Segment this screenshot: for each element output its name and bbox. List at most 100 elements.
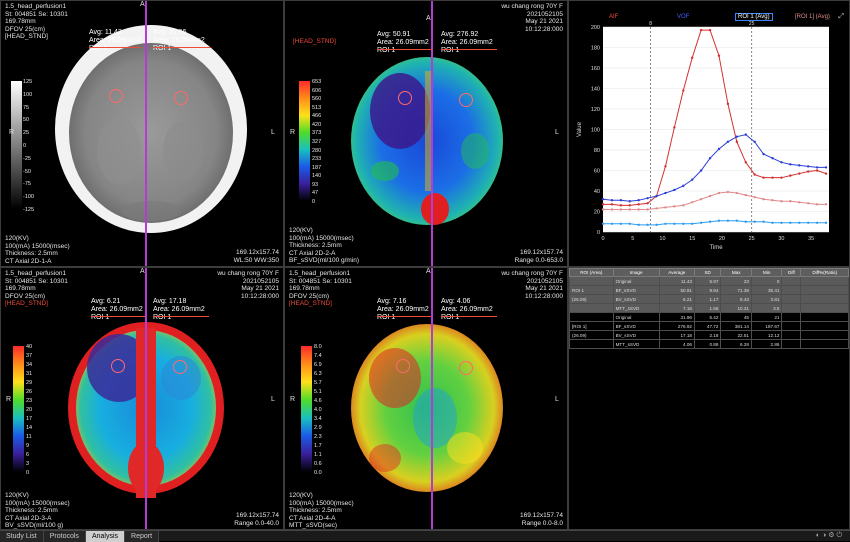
data-point [753, 195, 756, 199]
data-point [646, 223, 649, 227]
scale-label: 373 [312, 130, 322, 137]
orientation-r: R [290, 396, 296, 403]
time-density-chart-panel[interactable]: AIF VOF ROI 1 (Avg) [ROI 1] (Avg) ⤢ 0 20 4… [568, 0, 850, 267]
scale-label: 0.0 [314, 470, 322, 476]
curve-chart[interactable]: 0 20 40 60 80 100 120 140 160 180 200 0 5 10 15 20 25 30 3… [569, 1, 850, 267]
scale-label: 466 [312, 113, 322, 120]
scale-label: 17 [26, 416, 33, 422]
table-cell: 23 [720, 276, 752, 286]
viewport-bf-map[interactable]: [HEAD_STND] wu chang rong 70Y F 202105210… [284, 0, 568, 267]
table-row[interactable]: Original 11.43 5.97 23 0 [569, 276, 849, 286]
roi-underline [91, 316, 145, 317]
reference-line[interactable] [431, 1, 433, 266]
table-cell: 5.97 [693, 276, 722, 286]
data-point [744, 133, 747, 136]
table-column-header[interactable]: ROI (Area) [569, 268, 614, 277]
viewport-bv-map[interactable]: 1.5_head_perfusion1 St: 004851 Se: 10301 1… [0, 267, 284, 530]
x-tick-label: 25 [749, 236, 755, 242]
table-row[interactable]: ROI 1 BF_sSVD 50.91 9.94 71.39 35.41 [569, 285, 849, 295]
table-row[interactable]: (26.09) BV_sSVD 6.21 1.17 8.43 3.81 [569, 294, 849, 304]
table-row[interactable]: Original 31.96 5.42 45 21 [569, 312, 849, 322]
table-column-header[interactable]: Diff [781, 268, 802, 277]
data-point [824, 221, 828, 224]
table-cell: 6.28 [720, 339, 752, 349]
data-point [789, 221, 792, 224]
scale-label: 653 [312, 79, 322, 85]
tab-study-list[interactable]: Study List [0, 531, 44, 542]
viewport-ct-original[interactable]: 1.5_head_perfusion1 St: 004851 Se: 10301 1… [0, 0, 284, 267]
x-tick-label: 20 [719, 236, 725, 242]
y-tick-label: 20 [594, 210, 600, 216]
time-marker-label: 8 [649, 21, 652, 27]
data-point [699, 221, 703, 224]
table-cell: 6.21 [658, 294, 695, 304]
table-row[interactable]: (26.09) BV_sSVD 17.18 2.18 22.51 12.12 [569, 330, 849, 340]
roi-statistics-table[interactable]: ROI (Area) Image Average SD Max Min Diff Diff%(… [569, 268, 849, 349]
table-column-header[interactable]: Average [658, 268, 695, 277]
scale-label: 233 [312, 156, 322, 163]
reference-line[interactable] [431, 268, 433, 529]
data-point [735, 135, 739, 138]
data-point [780, 176, 783, 179]
data-point [673, 126, 676, 129]
y-tick-label: 60 [594, 169, 600, 175]
data-point [601, 198, 605, 201]
table-cell: BV_sSVD [612, 294, 660, 304]
data-point [726, 140, 730, 143]
table-cell: BV_sSVD [612, 330, 660, 340]
scale-label: 0 [23, 143, 27, 149]
table-column-header[interactable]: Min [750, 268, 783, 277]
data-point [744, 193, 747, 197]
tab-protocols[interactable]: Protocols [43, 531, 86, 542]
roi-statistics-panel[interactable]: ROI (Area) Image Average SD Max Min Diff Diff%(… [568, 267, 850, 530]
table-cell [800, 276, 849, 286]
data-point [673, 222, 676, 225]
roi-circle-left[interactable] [396, 359, 410, 373]
roi-circle-left[interactable] [109, 89, 123, 103]
roi-circle-left[interactable] [111, 359, 125, 373]
table-cell [800, 294, 849, 304]
data-point [664, 206, 667, 209]
data-point [798, 221, 801, 224]
viewport-mtt-map[interactable]: 1.5_head_perfusion1 St: 004851 Se: 10301 1… [284, 267, 568, 530]
data-point [664, 165, 667, 168]
table-column-header[interactable]: Image [612, 268, 660, 277]
roi-circle-right[interactable] [459, 361, 473, 375]
scale-label: 1.1 [314, 452, 322, 458]
roi-circle-right[interactable] [173, 360, 187, 374]
table-column-header[interactable]: Diff%(Ratio) [800, 268, 849, 277]
tab-analysis[interactable]: Analysis [85, 531, 126, 542]
orientation-a: A [140, 1, 145, 8]
data-point [771, 199, 774, 202]
table-row[interactable]: [ROI 1] BF_sSVD 276.92 47.72 381.14 187.67 [569, 321, 849, 331]
data-point [771, 157, 774, 160]
data-point [744, 220, 747, 223]
overlay-bottom-left: 120(KV) 100(mA) 15000(msec) Thickness: 2.5… [289, 227, 360, 265]
taskbar: Study List Protocols Analysis Report ◐ ◑ ⚙ … [0, 530, 850, 542]
scale-label: -75 [23, 181, 31, 188]
orientation-r: R [9, 129, 15, 136]
table-cell: Original [612, 312, 660, 322]
table-cell: 35.41 [750, 285, 783, 295]
data-point [717, 219, 721, 222]
roi-circle-right[interactable] [174, 91, 188, 105]
table-cell [800, 321, 849, 331]
orientation-a: A [426, 15, 431, 22]
roi-circle-right[interactable] [459, 93, 473, 107]
scale-label: 6 [26, 452, 30, 458]
table-row[interactable]: MTT_sSVD 4.06 0.88 6.28 2.86 [569, 339, 849, 349]
roi-circle-left[interactable] [398, 91, 412, 105]
data-point [619, 204, 623, 207]
roi-underline [153, 47, 211, 48]
reference-line[interactable] [145, 268, 147, 529]
orientation-r: R [6, 396, 12, 403]
table-cell: MTT_sSVD [612, 339, 660, 349]
reference-line[interactable] [145, 1, 147, 266]
tab-report[interactable]: Report [125, 531, 160, 542]
table-row[interactable]: MTT_sSVD 7.16 1.58 10.31 3.5 [569, 303, 849, 313]
table-column-header[interactable]: Max [720, 268, 752, 277]
table-column-header[interactable]: SD [693, 268, 722, 277]
data-point [628, 204, 631, 207]
scale-label: 40 [26, 344, 33, 350]
table-cell: 276.92 [658, 321, 695, 331]
